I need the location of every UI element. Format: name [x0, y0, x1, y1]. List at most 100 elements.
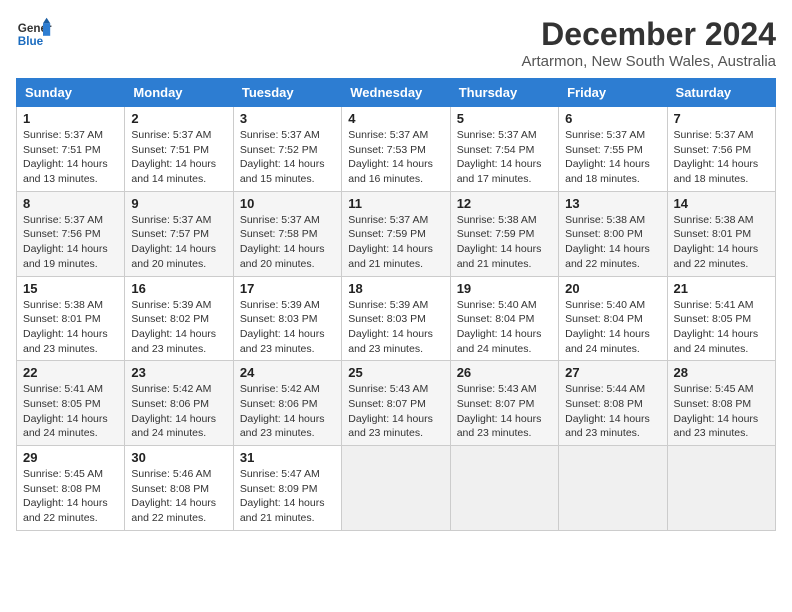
calendar-week-1: 1 Sunrise: 5:37 AMSunset: 7:51 PMDaylight…: [17, 107, 776, 192]
calendar-cell: 10 Sunrise: 5:37 AMSunset: 7:58 PMDayligh…: [233, 191, 341, 276]
calendar-week-2: 8 Sunrise: 5:37 AMSunset: 7:56 PMDaylight…: [17, 191, 776, 276]
calendar-cell: 13 Sunrise: 5:38 AMSunset: 8:00 PMDayligh…: [559, 191, 667, 276]
day-detail: Sunrise: 5:37 AMSunset: 7:57 PMDaylight:…: [131, 213, 226, 272]
weekday-header-tuesday: Tuesday: [233, 79, 341, 107]
calendar-cell: [667, 446, 775, 531]
calendar-table: SundayMondayTuesdayWednesdayThursdayFrid…: [16, 78, 776, 531]
day-number: 4: [348, 111, 443, 126]
calendar-cell: 11 Sunrise: 5:37 AMSunset: 7:59 PMDayligh…: [342, 191, 450, 276]
calendar-cell: 30Sunrise: 5:46 AMSunset: 8:08 PMDayligh…: [125, 446, 233, 531]
day-detail: Sunrise: 5:40 AMSunset: 8:04 PMDaylight:…: [565, 298, 660, 357]
weekday-header-thursday: Thursday: [450, 79, 558, 107]
calendar-cell: 27 Sunrise: 5:44 AMSunset: 8:08 PMDayligh…: [559, 361, 667, 446]
day-number: 8: [23, 196, 118, 211]
day-detail: Sunrise: 5:42 AMSunset: 8:06 PMDaylight:…: [131, 382, 226, 441]
day-detail: Sunrise: 5:37 AMSunset: 7:59 PMDaylight:…: [348, 213, 443, 272]
calendar-cell: [342, 446, 450, 531]
calendar-cell: 20 Sunrise: 5:40 AMSunset: 8:04 PMDayligh…: [559, 276, 667, 361]
calendar-cell: 22 Sunrise: 5:41 AMSunset: 8:05 PMDayligh…: [17, 361, 125, 446]
day-detail: Sunrise: 5:38 AMSunset: 8:01 PMDaylight:…: [23, 298, 118, 357]
day-number: 6: [565, 111, 660, 126]
day-detail: Sunrise: 5:37 AMSunset: 7:53 PMDaylight:…: [348, 128, 443, 187]
day-number: 29: [23, 450, 118, 465]
day-number: 11: [348, 196, 443, 211]
day-detail: Sunrise: 5:38 AMSunset: 8:00 PMDaylight:…: [565, 213, 660, 272]
day-detail: Sunrise: 5:38 AMSunset: 8:01 PMDaylight:…: [674, 213, 769, 272]
calendar-cell: 25Sunrise: 5:43 AMSunset: 8:07 PMDayligh…: [342, 361, 450, 446]
calendar-cell: 8 Sunrise: 5:37 AMSunset: 7:56 PMDaylight…: [17, 191, 125, 276]
calendar-cell: 3 Sunrise: 5:37 AMSunset: 7:52 PMDaylight…: [233, 107, 341, 192]
day-detail: Sunrise: 5:42 AMSunset: 8:06 PMDaylight:…: [240, 382, 335, 441]
day-detail: Sunrise: 5:44 AMSunset: 8:08 PMDaylight:…: [565, 382, 660, 441]
day-detail: Sunrise: 5:40 AMSunset: 8:04 PMDaylight:…: [457, 298, 552, 357]
page-header: General Blue December 2024 Artarmon, New…: [16, 16, 776, 70]
day-number: 10: [240, 196, 335, 211]
day-detail: Sunrise: 5:41 AMSunset: 8:05 PMDaylight:…: [23, 382, 118, 441]
day-number: 1: [23, 111, 118, 126]
weekday-header-monday: Monday: [125, 79, 233, 107]
day-number: 26: [457, 365, 552, 380]
location-title: Artarmon, New South Wales, Australia: [521, 53, 776, 70]
calendar-cell: 9Sunrise: 5:37 AMSunset: 7:57 PMDaylight…: [125, 191, 233, 276]
calendar-week-3: 15 Sunrise: 5:38 AMSunset: 8:01 PMDayligh…: [17, 276, 776, 361]
day-number: 3: [240, 111, 335, 126]
day-number: 24: [240, 365, 335, 380]
weekday-header-saturday: Saturday: [667, 79, 775, 107]
header-row: SundayMondayTuesdayWednesdayThursdayFrid…: [17, 79, 776, 107]
calendar-cell: 28Sunrise: 5:45 AMSunset: 8:08 PMDayligh…: [667, 361, 775, 446]
calendar-cell: 31 Sunrise: 5:47 AMSunset: 8:09 PMDayligh…: [233, 446, 341, 531]
day-number: 21: [674, 281, 769, 296]
day-number: 15: [23, 281, 118, 296]
day-detail: Sunrise: 5:38 AMSunset: 7:59 PMDaylight:…: [457, 213, 552, 272]
day-detail: Sunrise: 5:37 AMSunset: 7:58 PMDaylight:…: [240, 213, 335, 272]
day-number: 25: [348, 365, 443, 380]
day-detail: Sunrise: 5:37 AMSunset: 7:51 PMDaylight:…: [23, 128, 118, 187]
day-detail: Sunrise: 5:37 AMSunset: 7:55 PMDaylight:…: [565, 128, 660, 187]
day-detail: Sunrise: 5:37 AMSunset: 7:52 PMDaylight:…: [240, 128, 335, 187]
calendar-cell: 24 Sunrise: 5:42 AMSunset: 8:06 PMDayligh…: [233, 361, 341, 446]
day-number: 22: [23, 365, 118, 380]
day-detail: Sunrise: 5:39 AMSunset: 8:03 PMDaylight:…: [240, 298, 335, 357]
day-detail: Sunrise: 5:47 AMSunset: 8:09 PMDaylight:…: [240, 467, 335, 526]
logo: General Blue: [16, 16, 52, 52]
day-detail: Sunrise: 5:37 AMSunset: 7:56 PMDaylight:…: [23, 213, 118, 272]
calendar-cell: 4 Sunrise: 5:37 AMSunset: 7:53 PMDaylight…: [342, 107, 450, 192]
calendar-cell: 29 Sunrise: 5:45 AMSunset: 8:08 PMDayligh…: [17, 446, 125, 531]
weekday-header-wednesday: Wednesday: [342, 79, 450, 107]
calendar-cell: 21 Sunrise: 5:41 AMSunset: 8:05 PMDayligh…: [667, 276, 775, 361]
day-detail: Sunrise: 5:45 AMSunset: 8:08 PMDaylight:…: [23, 467, 118, 526]
day-number: 5: [457, 111, 552, 126]
calendar-cell: 5Sunrise: 5:37 AMSunset: 7:54 PMDaylight…: [450, 107, 558, 192]
calendar-cell: 17Sunrise: 5:39 AMSunset: 8:03 PMDayligh…: [233, 276, 341, 361]
calendar-week-5: 29 Sunrise: 5:45 AMSunset: 8:08 PMDayligh…: [17, 446, 776, 531]
calendar-cell: 14Sunrise: 5:38 AMSunset: 8:01 PMDayligh…: [667, 191, 775, 276]
day-number: 31: [240, 450, 335, 465]
day-detail: Sunrise: 5:41 AMSunset: 8:05 PMDaylight:…: [674, 298, 769, 357]
day-detail: Sunrise: 5:46 AMSunset: 8:08 PMDaylight:…: [131, 467, 226, 526]
calendar-cell: 16Sunrise: 5:39 AMSunset: 8:02 PMDayligh…: [125, 276, 233, 361]
calendar-cell: 6 Sunrise: 5:37 AMSunset: 7:55 PMDaylight…: [559, 107, 667, 192]
day-number: 13: [565, 196, 660, 211]
day-number: 7: [674, 111, 769, 126]
day-number: 27: [565, 365, 660, 380]
day-detail: Sunrise: 5:37 AMSunset: 7:51 PMDaylight:…: [131, 128, 226, 187]
calendar-cell: 12 Sunrise: 5:38 AMSunset: 7:59 PMDayligh…: [450, 191, 558, 276]
day-detail: Sunrise: 5:39 AMSunset: 8:02 PMDaylight:…: [131, 298, 226, 357]
calendar-cell: 23 Sunrise: 5:42 AMSunset: 8:06 PMDayligh…: [125, 361, 233, 446]
calendar-cell: 7Sunrise: 5:37 AMSunset: 7:56 PMDaylight…: [667, 107, 775, 192]
day-number: 20: [565, 281, 660, 296]
calendar-cell: [559, 446, 667, 531]
day-number: 23: [131, 365, 226, 380]
calendar-cell: 2 Sunrise: 5:37 AMSunset: 7:51 PMDaylight…: [125, 107, 233, 192]
day-number: 18: [348, 281, 443, 296]
day-number: 12: [457, 196, 552, 211]
calendar-cell: [450, 446, 558, 531]
calendar-cell: 19Sunrise: 5:40 AMSunset: 8:04 PMDayligh…: [450, 276, 558, 361]
title-area: December 2024 Artarmon, New South Wales,…: [521, 16, 776, 70]
day-detail: Sunrise: 5:45 AMSunset: 8:08 PMDaylight:…: [674, 382, 769, 441]
month-title: December 2024: [521, 16, 776, 53]
calendar-cell: 18Sunrise: 5:39 AMSunset: 8:03 PMDayligh…: [342, 276, 450, 361]
logo-icon: General Blue: [16, 16, 52, 52]
calendar-cell: 1 Sunrise: 5:37 AMSunset: 7:51 PMDaylight…: [17, 107, 125, 192]
day-number: 2: [131, 111, 226, 126]
